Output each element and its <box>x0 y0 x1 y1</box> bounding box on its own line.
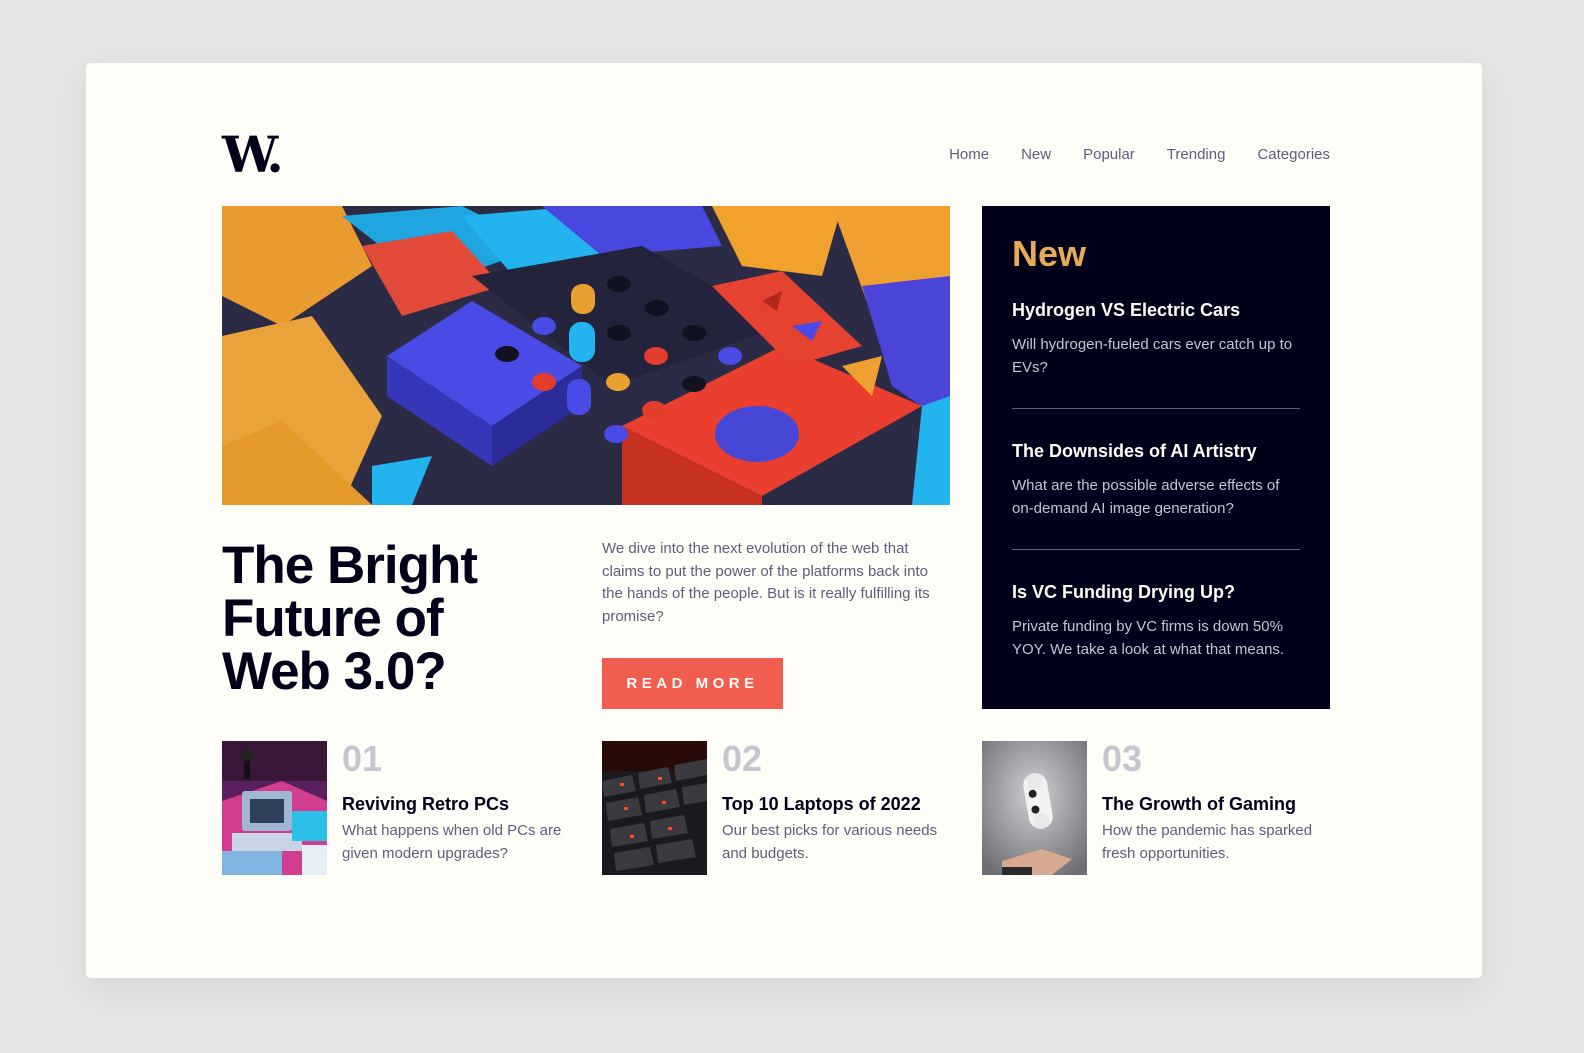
article-text: Our best picks for various needs and bud… <box>722 822 938 862</box>
hero-title: The Bright Future of Web 3.0? <box>222 536 478 701</box>
article-text: How the pandemic has sparked fresh oppor… <box>1102 822 1313 862</box>
article-title[interactable]: Reviving Retro PCs <box>342 792 582 816</box>
read-more-button[interactable]: READ MORE <box>602 658 783 709</box>
hero-image <box>222 206 950 505</box>
bottom-article: 02 Top 10 Laptops of 2022 Our best picks… <box>602 738 950 875</box>
article-number: 03 <box>1102 738 1143 779</box>
new-panel-heading: New <box>1012 233 1087 274</box>
divider <box>1012 408 1300 409</box>
nav-new[interactable]: New <box>1021 145 1051 165</box>
new-item-text: Private funding by VC firms is down 50% … <box>1012 618 1285 658</box>
new-item: Is VC Funding Drying Up? Private funding… <box>1012 580 1300 661</box>
new-item-title[interactable]: The Downsides of AI Artistry <box>1012 439 1300 463</box>
article-text: What happens when old PCs are given mode… <box>342 822 562 862</box>
divider <box>1012 549 1300 550</box>
main-nav: Home New Popular Trending Categories <box>949 145 1330 165</box>
new-item-text: What are the possible adverse effects of… <box>1012 477 1280 517</box>
article-number: 02 <box>722 738 763 779</box>
page-card: W. Home New Popular Trending Categories <box>86 63 1482 978</box>
nav-categories[interactable]: Categories <box>1257 145 1330 165</box>
laptops-thumbnail[interactable] <box>602 741 707 875</box>
new-item-text: Will hydrogen-fueled cars ever catch up … <box>1012 336 1293 376</box>
article-number: 01 <box>342 738 383 779</box>
bottom-articles: 01 Reviving Retro PCs What happens when … <box>222 738 1330 875</box>
new-item-title[interactable]: Is VC Funding Drying Up? <box>1012 580 1300 604</box>
new-item: The Downsides of AI Artistry What are th… <box>1012 439 1300 520</box>
gaming-thumbnail[interactable] <box>982 741 1087 875</box>
retro-pcs-thumbnail[interactable] <box>222 741 327 875</box>
new-item: Hydrogen VS Electric Cars Will hydrogen-… <box>1012 298 1300 379</box>
nav-trending[interactable]: Trending <box>1167 145 1226 165</box>
logo[interactable]: W. <box>222 130 284 180</box>
nav-popular[interactable]: Popular <box>1083 145 1135 165</box>
article-title[interactable]: Top 10 Laptops of 2022 <box>722 792 962 816</box>
site-header: W. Home New Popular Trending Categories <box>222 130 1330 180</box>
article-title[interactable]: The Growth of Gaming <box>1102 792 1342 816</box>
bottom-article: 01 Reviving Retro PCs What happens when … <box>222 738 570 875</box>
nav-home[interactable]: Home <box>949 145 989 165</box>
new-item-title[interactable]: Hydrogen VS Electric Cars <box>1012 298 1300 322</box>
hero-description: We dive into the next evolution of the w… <box>602 540 930 625</box>
new-panel: New Hydrogen VS Electric Cars Will hydro… <box>982 206 1330 709</box>
bottom-article: 03 The Growth of Gaming How the pandemic… <box>982 738 1330 875</box>
